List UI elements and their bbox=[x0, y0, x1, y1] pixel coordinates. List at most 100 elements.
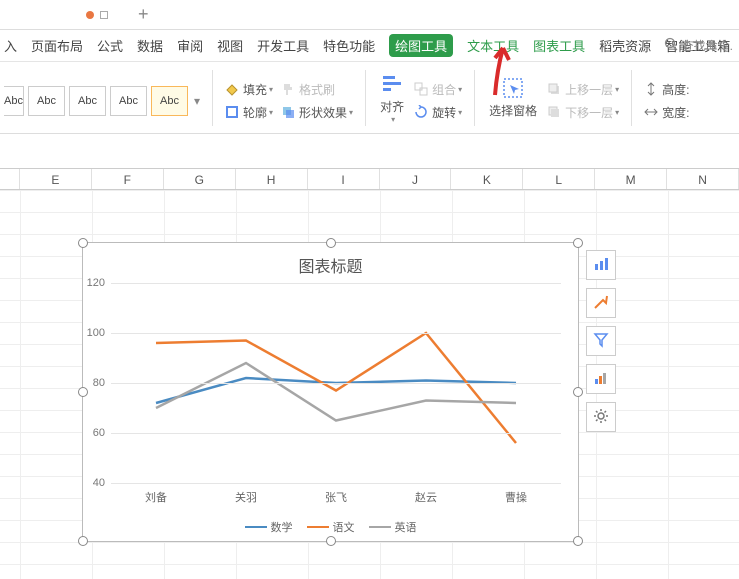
outline-icon bbox=[225, 105, 239, 119]
chart-legend[interactable]: 数学 语文 英语 bbox=[83, 519, 578, 535]
x-tick-label: 关羽 bbox=[235, 483, 257, 505]
width-icon bbox=[644, 105, 658, 119]
legend-label: 英语 bbox=[395, 519, 417, 535]
selection-pane-icon bbox=[501, 76, 525, 100]
menu-tab-3[interactable]: 数据 bbox=[137, 36, 163, 55]
resize-handle[interactable] bbox=[573, 536, 583, 546]
legend-item[interactable]: 英语 bbox=[369, 519, 417, 535]
command-search[interactable]: 查找命令. bbox=[664, 37, 733, 54]
column-headers[interactable]: EFGHIJKLMN bbox=[0, 168, 739, 190]
search-icon bbox=[664, 37, 678, 54]
col-header[interactable]: J bbox=[380, 169, 452, 189]
menu-tab-9[interactable]: 文本工具 bbox=[467, 36, 519, 55]
shape-style-3[interactable]: Abc bbox=[69, 86, 106, 116]
bring-forward-button: 上移一层▾ bbox=[543, 78, 623, 101]
group-icon bbox=[414, 82, 428, 96]
y-tick-label: 100 bbox=[87, 327, 111, 339]
rotate-button[interactable]: 旋转▾ bbox=[410, 101, 466, 124]
menu-tab-10[interactable]: 图表工具 bbox=[533, 36, 585, 55]
chart-type-icon bbox=[593, 370, 609, 389]
title-bar: + bbox=[0, 0, 739, 30]
shape-style-1[interactable]: Abc bbox=[4, 86, 24, 116]
col-header[interactable]: F bbox=[92, 169, 164, 189]
menu-tab-1[interactable]: 页面布局 bbox=[31, 36, 83, 55]
rotate-icon bbox=[414, 105, 428, 119]
shape-style-2[interactable]: Abc bbox=[28, 86, 65, 116]
resize-handle[interactable] bbox=[326, 238, 336, 248]
menu-tab-7[interactable]: 特色功能 bbox=[323, 36, 375, 55]
spreadsheet-grid[interactable]: 图表标题 406080100120刘备关羽张飞赵云曹操 数学 语文 英语 bbox=[0, 190, 739, 579]
resize-handle[interactable] bbox=[326, 536, 336, 546]
shape-style-gallery[interactable]: Abc Abc Abc Abc Abc ▾ bbox=[2, 78, 204, 118]
fill-button[interactable]: 填充▾ bbox=[221, 78, 277, 101]
chart-plot-area[interactable]: 406080100120刘备关羽张飞赵云曹操 bbox=[111, 283, 561, 483]
search-placeholder: 查找命令. bbox=[682, 37, 733, 54]
send-backward-button: 下移一层▾ bbox=[543, 101, 623, 124]
align-icon bbox=[380, 72, 404, 96]
x-tick-label: 曹操 bbox=[505, 483, 527, 505]
menu-tab-11[interactable]: 稻壳资源 bbox=[599, 36, 651, 55]
chart-title[interactable]: 图表标题 bbox=[83, 243, 578, 283]
col-header[interactable]: L bbox=[523, 169, 595, 189]
col-header[interactable]: E bbox=[20, 169, 92, 189]
chart-type-button[interactable] bbox=[586, 364, 616, 394]
y-tick-label: 80 bbox=[93, 377, 111, 389]
chart-filter-button[interactable] bbox=[586, 326, 616, 356]
resize-handle[interactable] bbox=[573, 387, 583, 397]
brush-icon bbox=[281, 82, 295, 96]
resize-handle[interactable] bbox=[78, 387, 88, 397]
x-tick-label: 刘备 bbox=[145, 483, 167, 505]
chart-object[interactable]: 图表标题 406080100120刘备关羽张飞赵云曹操 数学 语文 英语 bbox=[82, 242, 579, 542]
y-tick-label: 60 bbox=[93, 427, 111, 439]
chart-style-button[interactable] bbox=[586, 288, 616, 318]
shape-style-4[interactable]: Abc bbox=[110, 86, 147, 116]
paint-bucket-icon bbox=[225, 82, 239, 96]
col-header[interactable]: N bbox=[667, 169, 739, 189]
x-tick-label: 张飞 bbox=[325, 483, 347, 505]
selection-pane-button[interactable]: 选择窗格 bbox=[483, 72, 543, 123]
window-mode-icon bbox=[100, 11, 108, 19]
menu-tab-8[interactable]: 绘图工具 bbox=[389, 34, 453, 57]
height-field[interactable]: 高度: bbox=[640, 78, 693, 101]
menu-tab-6[interactable]: 开发工具 bbox=[257, 36, 309, 55]
col-header[interactable]: K bbox=[451, 169, 523, 189]
bring-forward-icon bbox=[547, 82, 561, 96]
menu-tab-2[interactable]: 公式 bbox=[97, 36, 123, 55]
menu-tab-5[interactable]: 视图 bbox=[217, 36, 243, 55]
outline-button[interactable]: 轮廓▾ bbox=[221, 101, 277, 124]
col-header[interactable] bbox=[0, 169, 20, 189]
legend-item[interactable]: 数学 bbox=[245, 519, 293, 535]
height-icon bbox=[644, 82, 658, 96]
legend-swatch-icon bbox=[307, 526, 329, 528]
legend-item[interactable]: 语文 bbox=[307, 519, 355, 535]
menu-tab-4[interactable]: 审阅 bbox=[177, 36, 203, 55]
chart-settings-icon bbox=[593, 408, 609, 427]
col-header[interactable]: G bbox=[164, 169, 236, 189]
col-header[interactable]: M bbox=[595, 169, 667, 189]
chart-filter-icon bbox=[593, 332, 609, 351]
shape-style-5[interactable]: Abc bbox=[151, 86, 188, 116]
legend-label: 语文 bbox=[333, 519, 355, 535]
chart-style-icon bbox=[593, 294, 609, 313]
chart-elements-button[interactable] bbox=[586, 250, 616, 280]
y-tick-label: 40 bbox=[93, 477, 111, 489]
resize-handle[interactable] bbox=[573, 238, 583, 248]
width-field[interactable]: 宽度: bbox=[640, 101, 693, 124]
resize-handle[interactable] bbox=[78, 238, 88, 248]
gallery-more-icon[interactable]: ▾ bbox=[190, 84, 204, 118]
legend-label: 数学 bbox=[271, 519, 293, 535]
legend-swatch-icon bbox=[245, 526, 267, 528]
align-button[interactable]: 对齐▾ bbox=[374, 68, 410, 128]
chart-settings-button[interactable] bbox=[586, 402, 616, 432]
effects-icon bbox=[281, 105, 295, 119]
format-painter-button: 格式刷 bbox=[277, 78, 357, 101]
col-header[interactable]: I bbox=[308, 169, 380, 189]
shape-effects-button[interactable]: 形状效果▾ bbox=[277, 101, 357, 124]
new-tab-button[interactable]: + bbox=[138, 4, 149, 25]
menu-tab-0[interactable]: 入 bbox=[4, 36, 17, 55]
col-header[interactable]: H bbox=[236, 169, 308, 189]
formula-bar-area bbox=[0, 134, 739, 168]
resize-handle[interactable] bbox=[78, 536, 88, 546]
send-backward-icon bbox=[547, 105, 561, 119]
legend-swatch-icon bbox=[369, 526, 391, 528]
